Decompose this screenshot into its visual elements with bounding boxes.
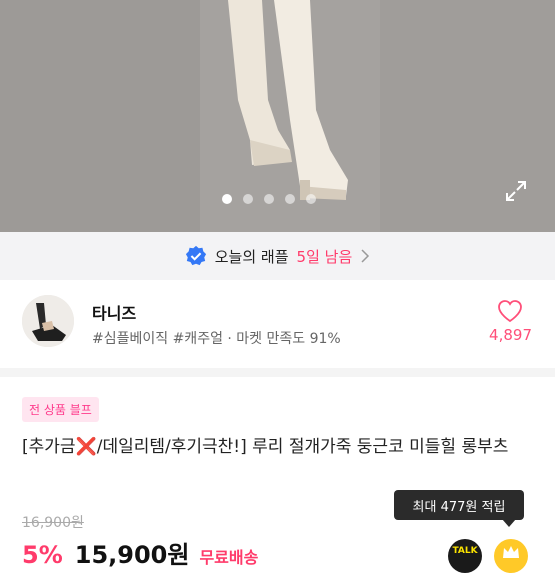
pagination-dot-4[interactable] <box>285 194 295 204</box>
gallery-pagination <box>222 194 316 204</box>
chevron-right-icon <box>361 249 370 263</box>
seller-name[interactable]: 타니즈 <box>92 300 136 324</box>
discount-rate: 5% <box>22 541 63 569</box>
tooltip-arrow <box>502 519 516 527</box>
points-coin-icon[interactable] <box>494 539 528 573</box>
price-row: 5% 15,900원 무료배송 <box>22 535 258 570</box>
section-divider <box>0 368 555 377</box>
original-price: 16,900원 <box>22 515 84 531</box>
seller-avatar[interactable] <box>22 295 74 347</box>
sale-price: 15,900원 <box>74 541 190 569</box>
raffle-banner[interactable]: 오늘의 래플 5일 남음 <box>0 232 555 280</box>
crown-icon <box>503 546 519 558</box>
pagination-dot-1[interactable] <box>222 194 232 204</box>
kakao-talk-icon[interactable]: TALK <box>448 539 482 573</box>
avatar-image <box>22 295 74 347</box>
product-image-gallery[interactable] <box>0 0 555 232</box>
seller-info[interactable]: 타니즈 #심플베이직 #캐주얼 · 마켓 만족도 91% 4,897 <box>0 282 555 367</box>
pagination-dot-2[interactable] <box>243 194 253 204</box>
points-tooltip: 최대 477원 적립 <box>394 490 524 520</box>
pagination-dot-3[interactable] <box>264 194 274 204</box>
heart-icon[interactable] <box>497 299 523 323</box>
raffle-title: 오늘의 래플 <box>214 247 289 266</box>
pagination-dot-5[interactable] <box>306 194 316 204</box>
product-title: [추가금❌/데일리템/후기극찬!] 루리 절개가죽 둥근코 미들힐 롱부츠 <box>22 437 509 457</box>
seller-tags: #심플베이직 #캐주얼 · 마켓 만족도 91% <box>92 331 341 347</box>
verified-check-icon <box>185 245 206 266</box>
promo-badge[interactable]: 전 상품 블프 <box>22 397 99 422</box>
expand-icon[interactable] <box>504 179 528 203</box>
free-shipping-label: 무료배송 <box>199 548 259 567</box>
like-count: 4,897 <box>489 326 532 344</box>
raffle-days-left: 5일 남음 <box>296 247 353 266</box>
